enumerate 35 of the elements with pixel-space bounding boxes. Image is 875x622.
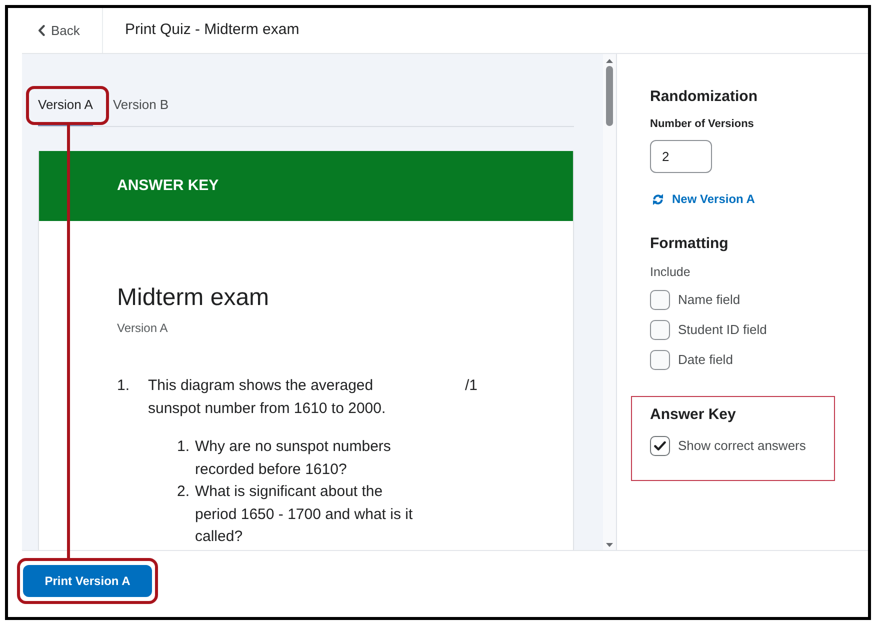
- checkmark-icon: [654, 441, 666, 451]
- section-heading: Formatting: [650, 234, 728, 254]
- section-heading: Randomization: [650, 87, 758, 107]
- checkbox[interactable]: [650, 350, 670, 370]
- banner-title: ANSWER KEY: [117, 176, 219, 196]
- exam-title: Midterm exam: [117, 283, 270, 313]
- back-button[interactable]: Back: [22, 8, 103, 53]
- new-version-link[interactable]: New Version A: [652, 191, 755, 207]
- section-heading: Answer Key: [650, 405, 737, 425]
- checkbox[interactable]: [650, 436, 670, 456]
- part-number: 1.: [177, 437, 191, 457]
- version-label: Version A: [117, 320, 168, 336]
- checkbox-label: Show correct answers: [678, 438, 806, 454]
- checkbox-label: Student ID field: [678, 322, 767, 338]
- question-number: 1.: [117, 376, 131, 396]
- group-label: Include: [650, 264, 690, 280]
- scroll-down-icon[interactable]: [606, 543, 613, 547]
- part-text: What is significant about the period 1650 - 1700 and what is it called?: [195, 482, 414, 547]
- checkbox[interactable]: [650, 290, 670, 310]
- checkbox-label: Date field: [678, 352, 733, 368]
- scroll-up-icon[interactable]: [606, 59, 613, 63]
- print-button[interactable]: Print Version A: [23, 565, 152, 597]
- checkbox[interactable]: [650, 320, 670, 340]
- question-points: /1: [465, 376, 478, 396]
- field-label: Number of Versions: [650, 117, 754, 131]
- part-text: Why are no sunspot numbers recorded before 1610?: [195, 437, 392, 480]
- page-title: Print Quiz - Midterm exam: [125, 20, 300, 40]
- number-input[interactable]: 2: [650, 140, 712, 173]
- question-text: This diagram shows the averaged sunspot number from 1610 to 2000.: [148, 376, 387, 419]
- checkbox-label: Name field: [678, 292, 740, 308]
- scrollbar-thumb[interactable]: [606, 66, 613, 126]
- chevron-left-icon: [38, 25, 45, 36]
- version-tab[interactable]: Version B: [112, 87, 169, 126]
- refresh-icon: [652, 192, 664, 206]
- part-number: 2.: [177, 482, 191, 502]
